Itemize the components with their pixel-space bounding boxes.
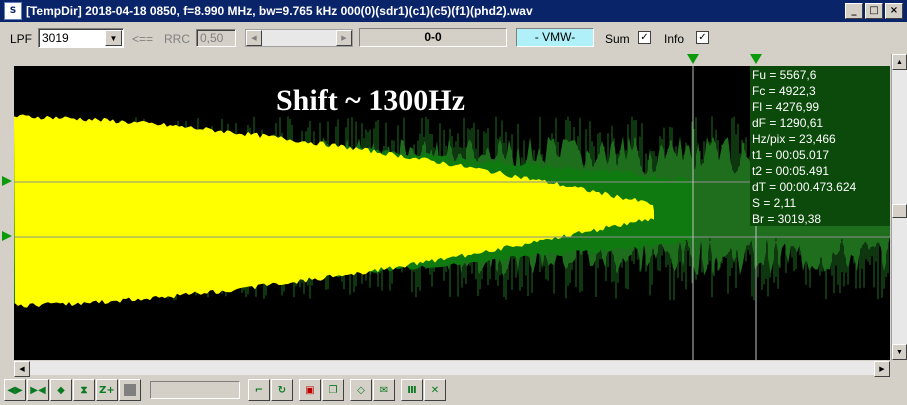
- scroll-down-icon[interactable]: ▼: [892, 344, 907, 360]
- loop-icon[interactable]: ↻: [271, 379, 293, 401]
- rrc-value: 0,50: [200, 31, 224, 45]
- arrows-updown-icon[interactable]: ◆: [50, 379, 72, 401]
- info-panel: Fu = 5567,6 Fc = 4922,3 Fl = 4276,99 dF …: [750, 66, 890, 226]
- info-s: S = 2,11: [752, 196, 797, 210]
- zoom-in-out-icon[interactable]: ◀▶: [4, 379, 26, 401]
- rrc-label: RRC: [164, 32, 190, 46]
- level-markers[interactable]: [2, 176, 14, 242]
- hscroll-left-icon[interactable]: ◀: [14, 361, 30, 377]
- scroll-right-icon[interactable]: ▶: [336, 30, 352, 46]
- info-br: Br = 3019,38: [752, 212, 822, 226]
- info-fu: Fu = 5567,6: [752, 68, 817, 82]
- scroll-left-icon[interactable]: ◀: [246, 30, 262, 46]
- lpf-label: LPF: [10, 32, 33, 46]
- horizontal-scrollbar[interactable]: ◀ ▶: [14, 361, 890, 377]
- rrc-slider[interactable]: ◀ ▶: [245, 29, 353, 47]
- corner-icon[interactable]: ⌐: [248, 379, 270, 401]
- vertical-scrollbar[interactable]: ▲ ▼: [891, 54, 907, 360]
- lpf-select[interactable]: 3019 ▼: [38, 28, 124, 48]
- progress-bar: [150, 381, 240, 399]
- cursor-marker-1: [687, 54, 699, 64]
- info-df: dF = 1290,61: [752, 116, 824, 130]
- info-fc: Fc = 4922,3: [752, 84, 816, 98]
- scroll-up-icon[interactable]: ▲: [892, 54, 907, 70]
- vertical-zoom-icon[interactable]: ⧗: [73, 379, 95, 401]
- rrc-input[interactable]: 0,50: [196, 29, 236, 47]
- window-title: [TempDir] 2018-04-18 0850, f=8.990 MHz, …: [26, 4, 533, 18]
- bars-icon[interactable]: Ⅲ: [401, 379, 423, 401]
- z-plus-icon[interactable]: Z+: [96, 379, 118, 401]
- hscroll-right-icon[interactable]: ▶: [874, 361, 890, 377]
- cross-icon[interactable]: ✕: [424, 379, 446, 401]
- diamond-icon[interactable]: ◇: [350, 379, 372, 401]
- sum-checkbox[interactable]: ✓: [638, 31, 651, 44]
- save-icon[interactable]: ▣: [299, 379, 321, 401]
- stop-icon[interactable]: [119, 379, 141, 401]
- info-checkbox[interactable]: ✓: [696, 31, 709, 44]
- position-readout: 0-0: [359, 28, 507, 47]
- mode-indicator[interactable]: - VMW-: [516, 28, 594, 47]
- minimize-button[interactable]: _: [845, 3, 863, 19]
- apply-arrow-label[interactable]: <==: [132, 32, 153, 46]
- app-icon[interactable]: S: [4, 2, 22, 20]
- sum-label: Sum: [605, 32, 630, 46]
- scroll-thumb[interactable]: [892, 204, 907, 218]
- lpf-value: 3019: [42, 31, 69, 45]
- bottom-toolbar: ◀▶ ▶◀ ◆ ⧗ Z+ ⌐ ↻ ▣ ❐ ◇ ✉ Ⅲ ✕: [0, 377, 907, 405]
- info-label: Info: [664, 32, 685, 46]
- info-dt: dT = 00:00.473.624: [752, 180, 857, 194]
- info-hzpix: Hz/pix = 23,466: [752, 132, 836, 146]
- title-bar: S [TempDir] 2018-04-18 0850, f=8.990 MHz…: [0, 0, 907, 22]
- time-ruler[interactable]: [14, 54, 890, 66]
- cursor-marker-2: [750, 54, 762, 64]
- close-button[interactable]: ×: [885, 3, 903, 19]
- info-t1: t1 = 00:05.017: [752, 148, 830, 162]
- toolbar: LPF 3019 ▼ <== RRC 0,50 ◀ ▶ 0-0 - VMW- S…: [0, 24, 907, 52]
- envelope-icon[interactable]: ✉: [373, 379, 395, 401]
- info-t2: t2 = 00:05.491: [752, 164, 830, 178]
- shift-annotation: Shift ~ 1300Hz: [276, 84, 465, 117]
- info-fl: Fl = 4276,99: [752, 100, 820, 114]
- spectrum-plot[interactable]: Shift ~ 1300Hz Fu = 5567,6 Fc = 4922,3 F…: [14, 66, 890, 360]
- copy-icon[interactable]: ❐: [322, 379, 344, 401]
- zoom-fit-icon[interactable]: ▶◀: [27, 379, 49, 401]
- maximize-button[interactable]: □: [865, 3, 883, 19]
- chevron-down-icon[interactable]: ▼: [105, 30, 122, 46]
